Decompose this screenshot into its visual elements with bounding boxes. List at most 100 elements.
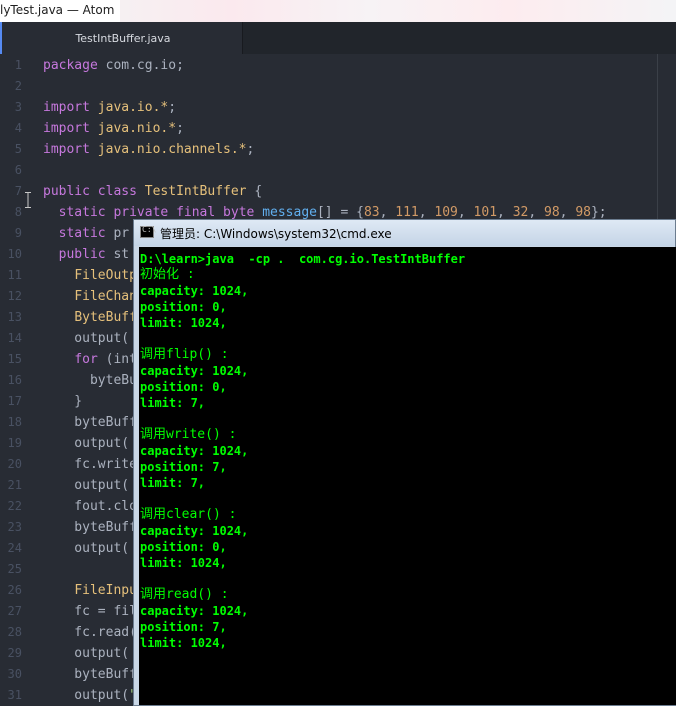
line-number: 15 — [7, 352, 22, 366]
code-token: pr — [105, 226, 130, 241]
code-token: ; — [168, 100, 177, 115]
code-line: output( — [43, 433, 129, 454]
code-token: fc = fil — [43, 604, 137, 619]
tab-testintbuffer[interactable]: TestIntBuffer.java — [0, 22, 242, 54]
line-number: 31 — [7, 688, 22, 702]
line-number: 9 — [14, 226, 22, 240]
console-line: 调用read() : — [140, 587, 229, 602]
code-token: message — [262, 205, 317, 220]
code-line: } — [43, 391, 82, 412]
code-line: public st — [43, 244, 129, 265]
line-number: 12 — [7, 289, 22, 303]
line-number: 24 — [7, 541, 22, 555]
line-number: 28 — [7, 625, 22, 639]
code-token: final — [176, 205, 216, 220]
code-token: 109 — [434, 205, 458, 220]
code-line: import java.nio.*; — [43, 118, 184, 139]
code-token: }; — [590, 205, 607, 220]
window-title: lyTest.java — Atom — [0, 3, 115, 17]
code-line: public class TestIntBuffer { — [43, 181, 262, 202]
code-line: FileChan — [43, 286, 137, 307]
code-line: byteBuff — [43, 517, 137, 538]
console-line: position: 0, — [140, 380, 227, 394]
cmd-title: 管理员: C:\Windows\system32\cmd.exe — [160, 227, 392, 241]
console-line: limit: 7, — [140, 396, 206, 410]
line-number: 23 — [7, 520, 22, 534]
code-token: class — [97, 184, 137, 199]
code-token: private — [113, 205, 169, 220]
line-number: 1 — [14, 58, 22, 72]
console-line: limit: 1024, — [140, 316, 227, 330]
code-line: byteBu — [43, 370, 137, 391]
line-number: 29 — [7, 646, 22, 660]
cmd-titlebar[interactable]: C:\ 管理员: C:\Windows\system32\cmd.exe — [134, 220, 675, 246]
line-number: 16 — [7, 373, 22, 387]
code-token: java.nio.* — [97, 121, 177, 136]
line-number: 3 — [14, 100, 22, 114]
code-token: ; — [246, 142, 255, 157]
code-token: , — [418, 205, 435, 220]
code-token: output( — [43, 478, 130, 493]
console-line: capacity: 1024, — [140, 364, 249, 378]
code-token: TestIntBuffer — [144, 184, 247, 199]
code-line: output( — [43, 328, 129, 349]
code-token: com.cg.io; — [97, 58, 184, 73]
code-line: ByteBuff — [43, 307, 137, 328]
console-line: 调用write() : — [140, 427, 237, 442]
code-token: (int — [97, 352, 137, 367]
cmd-window[interactable]: C:\ 管理员: C:\Windows\system32\cmd.exe D:\… — [133, 219, 676, 706]
console-line: position: 7, — [140, 620, 227, 634]
code-token: byte — [223, 205, 255, 220]
console-line: position: 0, — [140, 300, 227, 314]
code-token: public — [58, 247, 106, 262]
line-number: 7 — [14, 184, 22, 198]
tab-bar-empty — [242, 22, 676, 54]
code-token: , — [528, 205, 544, 220]
text-cursor-icon — [25, 192, 31, 208]
line-number: 6 — [14, 163, 22, 177]
code-token: output( — [43, 646, 130, 661]
console-line: capacity: 1024, — [140, 284, 249, 298]
console-line: capacity: 1024, — [140, 444, 249, 458]
code-line: fc = fil — [43, 601, 137, 622]
line-number: 13 — [7, 310, 22, 324]
cmd-icon: C:\ — [140, 225, 156, 238]
line-number: 5 — [14, 142, 22, 156]
code-token: output( — [43, 688, 130, 703]
line-number: 14 — [7, 331, 22, 345]
code-token: byteBuff — [43, 520, 137, 535]
code-token: static — [58, 205, 106, 220]
desktop-blur-strip — [120, 0, 676, 22]
console-output[interactable]: D:\learn>java -cp . com.cg.io.TestIntBuf… — [139, 247, 676, 705]
code-token: import — [43, 142, 90, 157]
line-number: 8 — [14, 205, 22, 219]
console-line: limit: 7, — [140, 476, 206, 490]
code-line: static pr — [43, 223, 129, 244]
console-line: 调用clear() : — [140, 507, 237, 522]
code-token: 83 — [363, 205, 380, 220]
code-token: output( — [43, 436, 130, 451]
code-token: } — [43, 394, 83, 409]
code-token: { — [246, 184, 263, 199]
code-line: package com.cg.io; — [43, 55, 184, 76]
line-number: 17 — [7, 394, 22, 408]
code-line: FileInpu — [43, 580, 137, 601]
code-token: ByteBuff — [74, 310, 137, 325]
code-token: java.nio.channels.* — [97, 142, 247, 157]
console-line: 调用flip() : — [140, 347, 229, 362]
console-line: position: 0, — [140, 540, 227, 554]
code-token: 111 — [395, 205, 419, 220]
